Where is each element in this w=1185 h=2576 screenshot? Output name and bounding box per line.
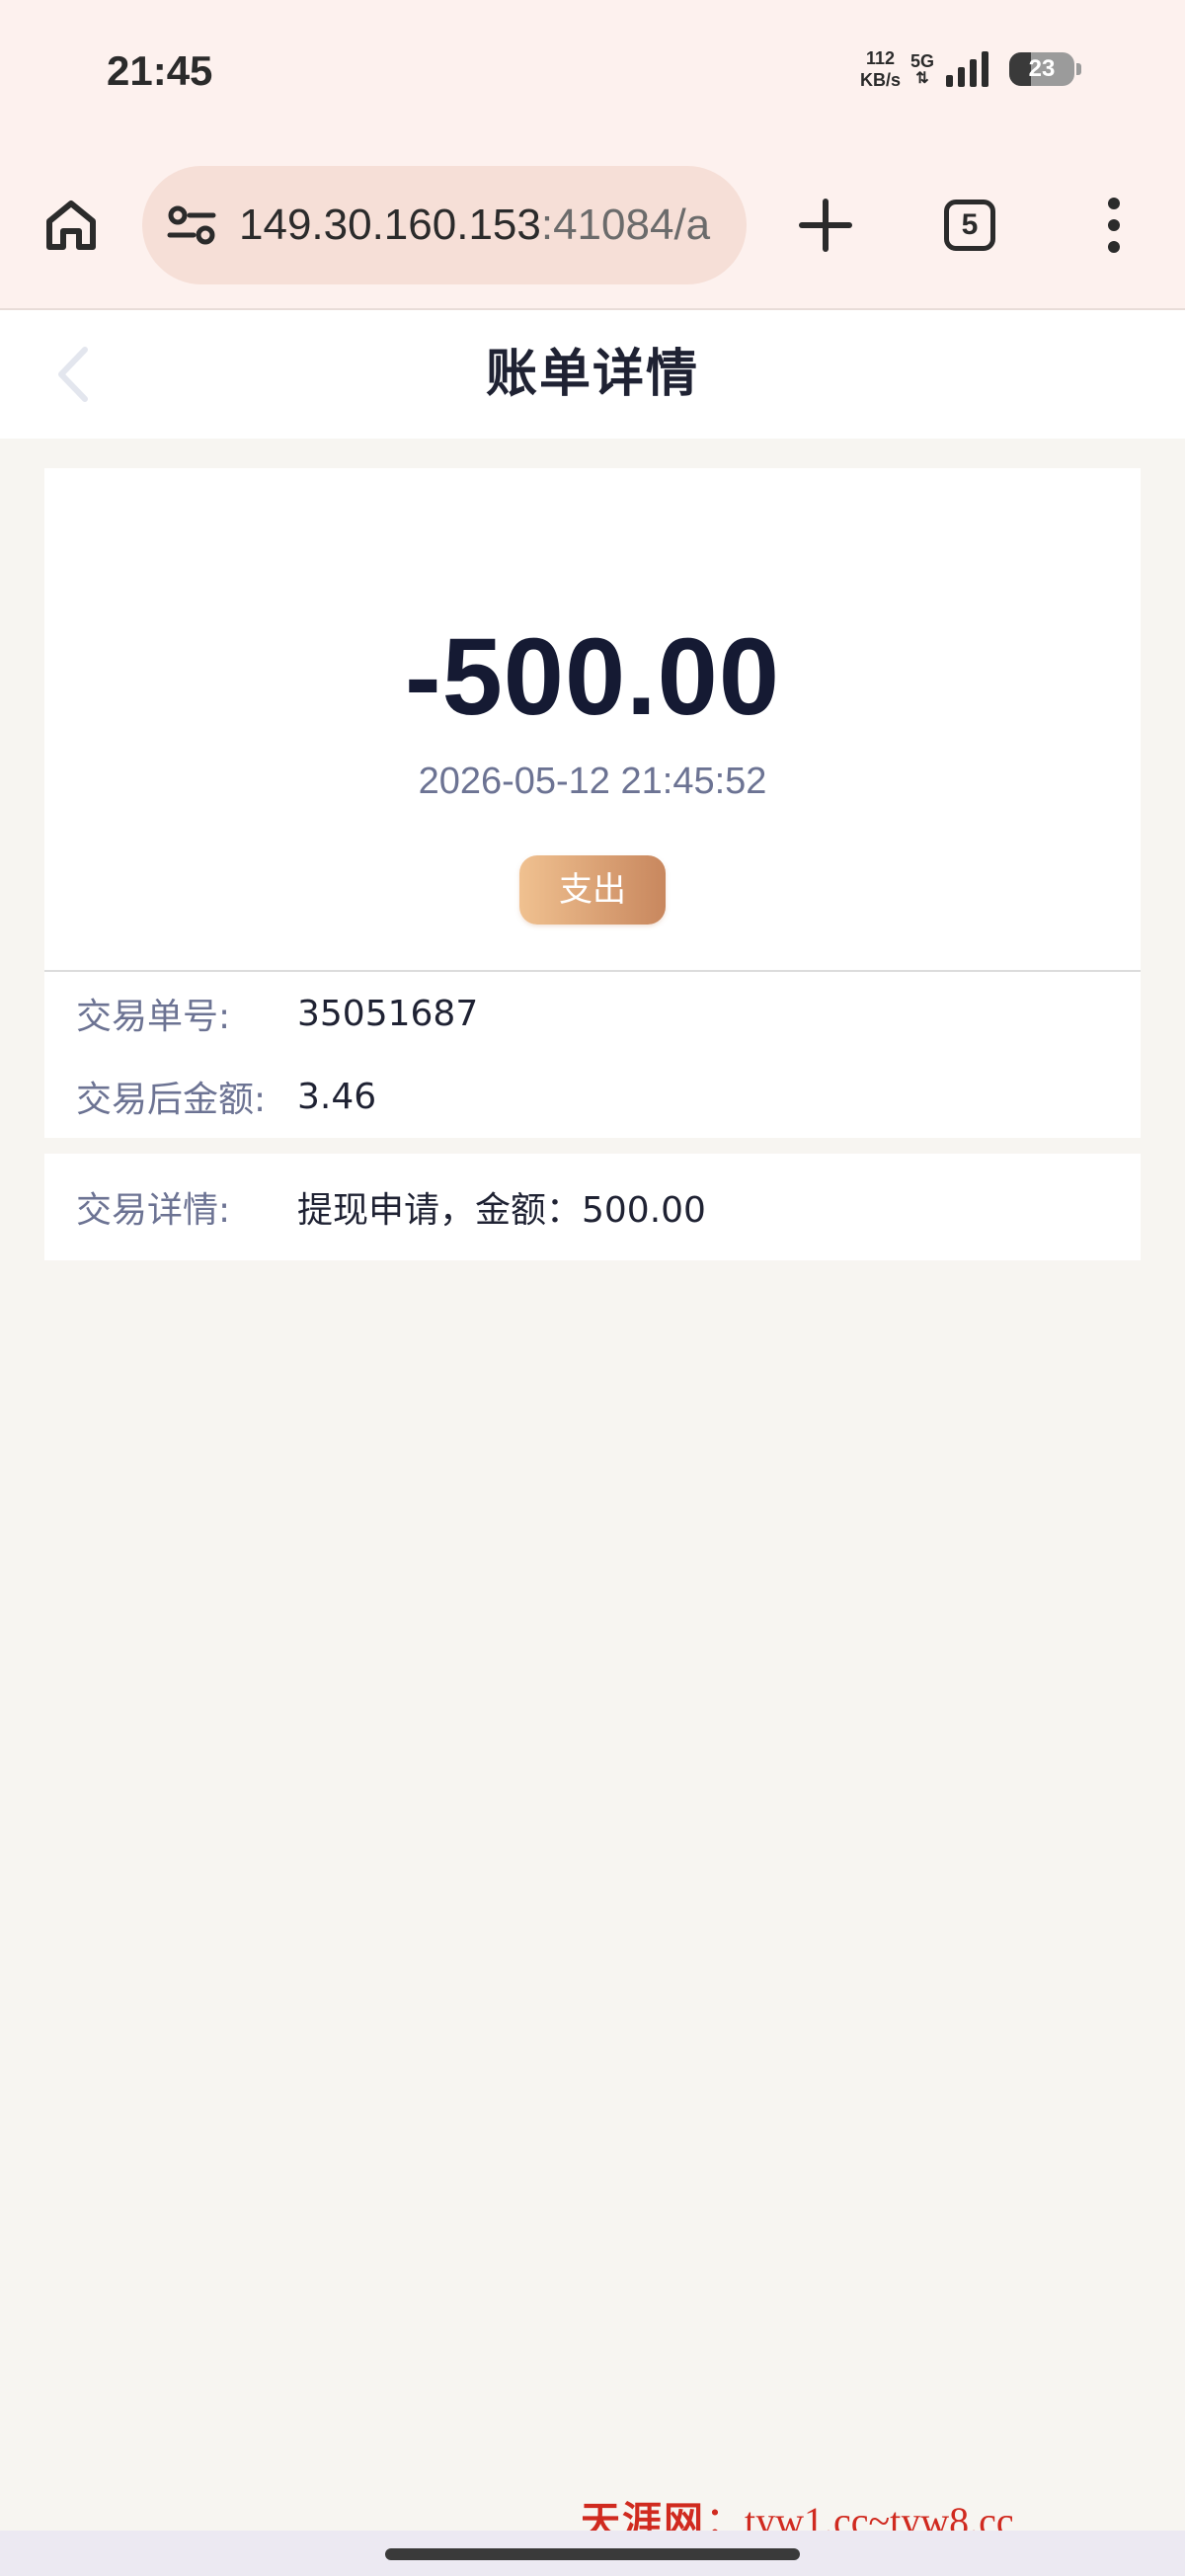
url-path: :41084/a — [540, 201, 711, 249]
info-row-order-number: 交易单号: 35051687 — [76, 984, 478, 1043]
status-indicators: 112 KB/s 5G ⇅ 23 — [860, 47, 1081, 91]
tab-switcher-button[interactable]: 5 — [944, 200, 995, 251]
transaction-info-card: 交易单号: 35051687 交易后金额: 3.46 — [44, 972, 1141, 1138]
network-type: 5G ⇅ — [910, 51, 934, 87]
transaction-type-badge: 支出 — [519, 855, 666, 925]
info-row-balance-after: 交易后金额: 3.46 — [76, 1067, 376, 1126]
page-header: 账单详情 — [0, 310, 1185, 439]
detail-label: 交易详情: — [76, 1190, 231, 1231]
transaction-amount: -500.00 — [404, 616, 781, 738]
address-bar[interactable]: 149.30.160.153:41084/a — [142, 166, 747, 284]
tune-icon[interactable] — [166, 200, 217, 251]
gesture-handle[interactable] — [385, 2548, 800, 2560]
plus-icon[interactable] — [794, 194, 857, 257]
order-number-label: 交易单号: — [76, 997, 231, 1037]
balance-after-label: 交易后金额: — [76, 1080, 267, 1120]
url-host: 149.30.160.153 — [239, 201, 541, 249]
order-number-value: 35051687 — [297, 993, 479, 1034]
status-bar: 21:45 112 KB/s 5G ⇅ 23 — [0, 0, 1185, 148]
battery-icon: 23 — [1009, 52, 1081, 86]
home-icon[interactable] — [40, 194, 103, 257]
network-speed-unit: KB/s — [859, 70, 901, 90]
browser-toolbar: 149.30.160.153:41084/a 5 — [0, 148, 1185, 310]
transaction-datetime: 2026-05-12 21:45:52 — [418, 761, 767, 802]
signal-icon — [946, 51, 988, 87]
page-title: 账单详情 — [485, 345, 699, 404]
more-vertical-icon[interactable] — [1096, 194, 1132, 257]
url-text[interactable]: 149.30.160.153:41084/a — [239, 201, 710, 250]
info-row-detail: 交易详情: 提现申请，金额：500.00 — [76, 1177, 706, 1237]
balance-after-value: 3.46 — [297, 1076, 377, 1117]
amount-card: -500.00 2026-05-12 21:45:52 支出 — [44, 468, 1141, 972]
network-speed-value: 112 — [865, 48, 895, 68]
data-arrows-icon: ⇅ — [915, 70, 929, 87]
detail-value: 提现申请，金额：500.00 — [297, 1190, 706, 1231]
status-time: 21:45 — [107, 47, 213, 94]
battery-level: 23 — [1028, 55, 1056, 82]
tab-count: 5 — [961, 208, 979, 241]
network-type-label: 5G — [909, 51, 934, 71]
network-speed: 112 KB/s — [860, 47, 901, 91]
transaction-detail-card: 交易详情: 提现申请，金额：500.00 — [44, 1154, 1141, 1260]
